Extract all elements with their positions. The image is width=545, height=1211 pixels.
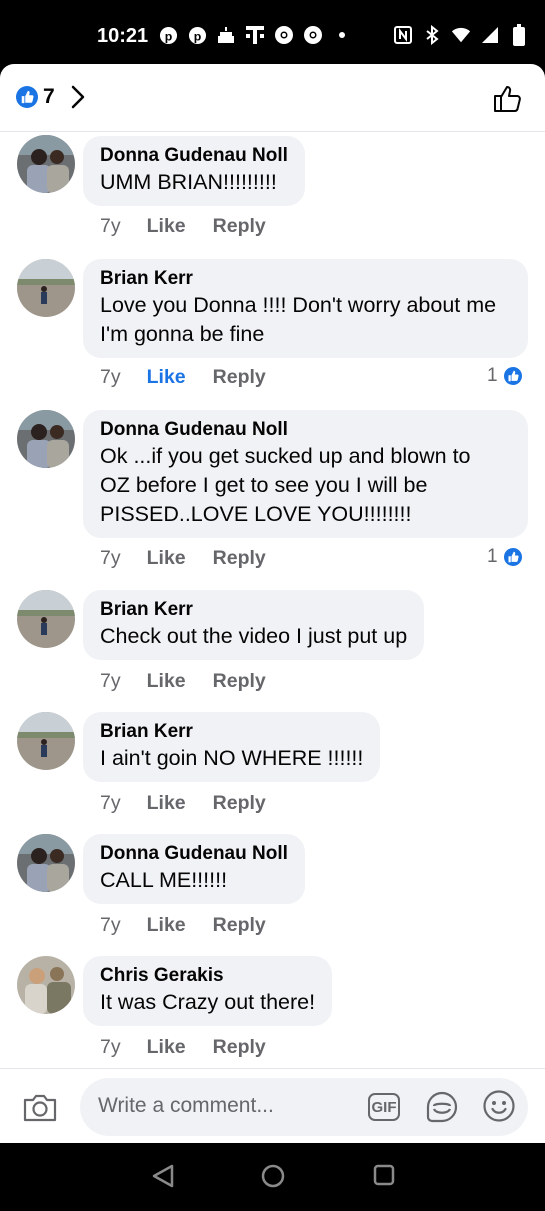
chevron-right-icon[interactable] [70,84,86,115]
dot-icon [332,24,352,46]
bluetooth-icon [422,24,442,46]
comment-input[interactable]: Write a comment... GIF [80,1078,528,1136]
comment-text: Ok ...if you get sucked up and blown to [100,444,471,468]
comment-text: Check out the video I just put up [100,624,408,648]
comment-input-placeholder[interactable]: Write a comment... [98,1094,274,1118]
reaction-count: 1 [487,546,498,567]
reaction-summary[interactable]: 1 [487,365,524,387]
comment-actions: 7y Like Reply [100,547,266,570]
camera-icon[interactable] [22,1093,58,1128]
battery-icon [509,24,529,46]
reply-button[interactable]: Reply [213,1036,266,1059]
comment-actions: 7y Like Reply [100,792,266,815]
t-mobile-icon [245,24,265,46]
comment-bubble[interactable]: Donna Gudenau Noll UMM BRIAN!!!!!!!!! [83,136,305,206]
reply-button[interactable]: Reply [213,914,266,937]
sticker-icon[interactable] [424,1089,460,1130]
signal-icon [480,24,500,46]
comment-text: PISSED..LOVE LOVE YOU!!!!!!!! [100,502,412,526]
like-button[interactable]: Like [147,547,186,570]
commenter-name[interactable]: Brian Kerr [100,598,407,622]
avatar[interactable] [17,834,75,892]
like-reaction-icon [501,365,524,387]
comment-actions: 7y Like Reply [100,215,266,238]
comment-text: I ain't goin NO WHERE !!!!!! [100,746,364,770]
like-button[interactable]: Like [147,792,186,815]
comment-composer: Write a comment... GIF [0,1068,545,1143]
avatar[interactable] [17,712,75,770]
comment-text: Love you Donna !!!! Don't worry about me [100,293,497,317]
avatar[interactable] [17,410,75,468]
commenter-name[interactable]: Donna Gudenau Noll [100,144,288,168]
commenter-name[interactable]: Chris Gerakis [100,964,315,988]
emoji-icon[interactable] [482,1089,516,1128]
thumbs-up-outline-icon[interactable] [492,83,524,120]
nfc-icon [393,24,413,46]
comment-text: It was Crazy out there! [100,990,316,1014]
comment-time[interactable]: 7y [100,215,121,238]
comments-sheet: 7 Donna Gudenau Noll UMM BRIAN!!!!!!!!! … [0,64,545,1143]
home-icon[interactable] [260,1163,286,1194]
reply-button[interactable]: Reply [213,792,266,815]
commenter-name[interactable]: Donna Gudenau Noll [100,418,511,442]
comment-text: OZ before I get to see you I will be [100,473,428,497]
comment-time[interactable]: 7y [100,547,121,570]
reply-button[interactable]: Reply [213,670,266,693]
comment-bubble[interactable]: Donna Gudenau Noll Ok ...if you get suck… [83,410,528,538]
pinterest-icon: p [187,24,207,46]
comment-actions: 7y Like Reply [100,1036,266,1059]
commenter-name[interactable]: Donna Gudenau Noll [100,842,288,866]
comment-text: I'm gonna be fine [100,322,265,346]
chrome-icon [274,24,294,46]
status-bar: 10:21 p p [0,0,545,66]
comment-list: Donna Gudenau Noll UMM BRIAN!!!!!!!!! 7y… [0,133,545,1068]
reaction-count[interactable]: 7 [43,85,55,109]
clock: 10:21 [97,25,149,47]
reply-button[interactable]: Reply [213,215,266,238]
comment-bubble[interactable]: Chris Gerakis It was Crazy out there! [83,956,333,1026]
reaction-summary[interactable]: 1 [487,546,524,568]
commenter-name[interactable]: Brian Kerr [100,720,363,744]
avatar[interactable] [17,135,75,193]
comment-time[interactable]: 7y [100,366,121,389]
comment-time[interactable]: 7y [100,670,121,693]
avatar[interactable] [17,259,75,317]
pinterest-icon: p [158,24,178,46]
comment-time[interactable]: 7y [100,792,121,815]
like-button[interactable]: Like [147,1036,186,1059]
comment-text: UMM BRIAN!!!!!!!!! [100,170,277,194]
gif-button[interactable]: GIF [368,1093,400,1121]
like-button[interactable]: Like [147,670,186,693]
commenter-name[interactable]: Brian Kerr [100,267,511,291]
recents-icon[interactable] [372,1163,396,1192]
comment-text: CALL ME!!!!!! [100,868,228,892]
reaction-count: 1 [487,365,498,386]
comment-time[interactable]: 7y [100,914,121,937]
comment-actions: 7y Like Reply [100,670,266,693]
avatar[interactable] [17,590,75,648]
cake-icon [216,24,236,46]
comment-actions: 7y Like Reply [100,366,266,389]
comment-time[interactable]: 7y [100,1036,121,1059]
chrome-icon [303,24,323,46]
system-nav-bar [0,1143,545,1211]
svg-text:p: p [193,29,201,43]
like-button[interactable]: Like [147,366,186,389]
comment-bubble[interactable]: Brian Kerr Love you Donna !!!! Don't wor… [83,259,528,358]
svg-text:p: p [164,29,172,43]
comment-bubble[interactable]: Donna Gudenau Noll CALL ME!!!!!! [83,834,305,904]
back-icon[interactable] [151,1163,175,1194]
reply-button[interactable]: Reply [213,547,266,570]
like-reaction-icon [501,546,524,568]
like-button[interactable]: Like [147,215,186,238]
comment-bubble[interactable]: Brian Kerr I ain't goin NO WHERE !!!!!! [83,712,381,782]
avatar[interactable] [17,956,75,1014]
comment-actions: 7y Like Reply [100,914,266,937]
reply-button[interactable]: Reply [213,366,266,389]
wifi-icon [451,24,471,46]
comments-header: 7 [0,64,545,132]
like-reaction-icon[interactable] [16,86,38,108]
like-button[interactable]: Like [147,914,186,937]
comment-bubble[interactable]: Brian Kerr Check out the video I just pu… [83,590,425,660]
